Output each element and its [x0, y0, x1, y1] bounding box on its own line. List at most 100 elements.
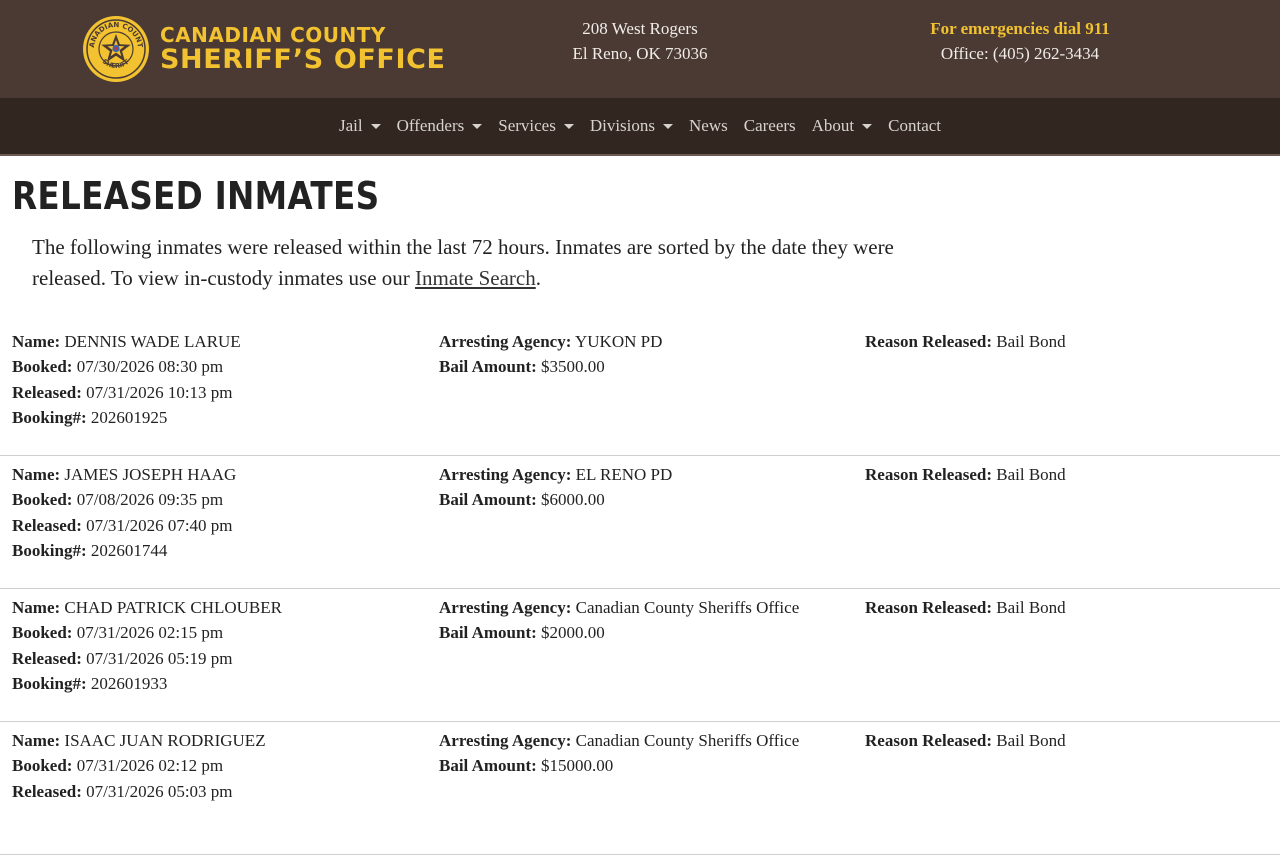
inmate-arrest-info: Arresting Agency: EL RENO PD Bail Amount…: [439, 462, 672, 513]
bail-row: Bail Amount: $2000.00: [439, 620, 799, 645]
inmate-search-link[interactable]: Inmate Search: [415, 266, 536, 290]
booked-row: Booked: 07/30/2026 08:30 pm: [12, 354, 241, 379]
booked-date: 07/31/2026 02:12 pm: [76, 756, 224, 776]
released-date: 07/31/2026 05:19 pm: [86, 648, 233, 668]
arresting-agency: YUKON PD: [574, 332, 663, 351]
inmate-name: DENNIS WADE LARUE: [64, 332, 241, 351]
booked-date: 07/30/2026 08:30 pm: [76, 357, 224, 377]
reason-row: Reason Released: Bail Bond: [865, 462, 1066, 487]
inmate-release-reason: Reason Released: Bail Bond: [865, 595, 1066, 620]
nav-list: Jail Offenders Services Divisions News C…: [0, 98, 1280, 154]
nav-item-jail[interactable]: Jail: [331, 116, 389, 136]
nav-label: News: [689, 116, 728, 135]
booking-number: 202601744: [90, 540, 168, 560]
booked-label: Booked:: [12, 357, 73, 377]
nav-item-contact[interactable]: Contact: [880, 116, 949, 136]
booked-label: Booked:: [12, 490, 73, 510]
nav-item-offenders[interactable]: Offenders: [389, 116, 491, 136]
site-logo-link[interactable]: CANADIAN COUNTY SHERIFF CANADIAN COUNTY …: [82, 15, 445, 83]
bail-amount: $15000.00: [541, 756, 614, 776]
released-row: Released: 07/31/2026 05:03 pm: [12, 779, 266, 804]
agency-row: Arresting Agency: EL RENO PD: [439, 462, 672, 487]
released-label: Released:: [12, 781, 82, 801]
bail-amount: $6000.00: [541, 490, 605, 510]
nav-item-careers[interactable]: Careers: [736, 116, 804, 136]
nav-item-divisions[interactable]: Divisions: [582, 116, 681, 136]
intro-end: .: [535, 266, 541, 290]
release-reason: Bail Bond: [996, 731, 1066, 750]
booking-number: 202601925: [90, 407, 168, 427]
inmate-identity: Name: DENNIS WADE LARUE Booked: 07/30/20…: [12, 329, 241, 430]
site-header: CANADIAN COUNTY SHERIFF CANADIAN COUNTY …: [0, 0, 1280, 98]
office-address: 208 West Rogers El Reno, OK 73036: [540, 16, 740, 66]
nav-label: Offenders: [396, 116, 465, 135]
agency-label: Arresting Agency:: [439, 598, 572, 617]
agency-label: Arresting Agency:: [439, 332, 572, 351]
reason-row: Reason Released: Bail Bond: [865, 595, 1066, 620]
nav-item-about[interactable]: About: [804, 116, 881, 136]
caret-down-icon: [563, 123, 574, 129]
booked-label: Booked:: [12, 623, 73, 643]
nav-label: Careers: [743, 116, 796, 135]
nav-label: Services: [498, 116, 556, 135]
bail-label: Bail Amount:: [439, 756, 537, 776]
released-date: 07/31/2026 05:03 pm: [86, 781, 233, 801]
released-label: Released:: [12, 515, 82, 535]
nav-item-services[interactable]: Services: [490, 116, 582, 136]
page-title: RELEASED INMATES: [12, 174, 380, 218]
logo-line-1: CANADIAN COUNTY: [160, 23, 386, 47]
reason-label: Reason Released:: [865, 332, 993, 351]
agency-label: Arresting Agency:: [439, 731, 572, 750]
booked-row: Booked: 07/08/2026 09:35 pm: [12, 487, 236, 512]
inmate-name: CHAD PATRICK CHLOUBER: [64, 598, 282, 617]
booking-row: Booking#: 202601933: [12, 671, 282, 696]
nav-item-news[interactable]: News: [681, 116, 736, 136]
released-row: Released: 07/31/2026 07:40 pm: [12, 513, 236, 538]
inmate-arrest-info: Arresting Agency: Canadian County Sherif…: [439, 595, 799, 646]
released-label: Released:: [12, 382, 82, 402]
caret-down-icon: [862, 123, 873, 129]
contact-info: For emergencies dial 911 Office: (405) 2…: [900, 16, 1140, 66]
bail-amount: $3500.00: [541, 357, 605, 377]
inmate-release-reason: Reason Released: Bail Bond: [865, 462, 1066, 487]
arresting-agency: Canadian County Sheriffs Office: [575, 731, 800, 750]
logo-line-2: SHERIFF’S OFFICE: [160, 44, 446, 75]
main-nav: Jail Offenders Services Divisions News C…: [0, 98, 1280, 156]
name-label: Name:: [12, 332, 61, 351]
office-phone[interactable]: Office: (405) 262-3434: [900, 41, 1140, 66]
booking-label: Booking#:: [12, 540, 87, 560]
bail-row: Bail Amount: $3500.00: [439, 354, 662, 379]
agency-label: Arresting Agency:: [439, 465, 572, 484]
released-date: 07/31/2026 07:40 pm: [86, 515, 233, 535]
sheriff-seal-icon: CANADIAN COUNTY SHERIFF: [82, 15, 149, 82]
reason-row: Reason Released: Bail Bond: [865, 329, 1066, 354]
inmate-record: Name: DENNIS WADE LARUE Booked: 07/30/20…: [0, 323, 1280, 456]
inmate-record: Name: JAMES JOSEPH HAAG Booked: 07/08/20…: [0, 456, 1280, 589]
nav-label: About: [811, 116, 855, 135]
caret-down-icon: [370, 123, 381, 129]
booking-row: Booking#: 202601744: [12, 538, 236, 563]
inmate-name-row: Name: DENNIS WADE LARUE: [12, 329, 241, 354]
booking-number: 202601933: [90, 673, 168, 693]
released-row: Released: 07/31/2026 05:19 pm: [12, 646, 282, 671]
address-line-1: 208 West Rogers: [582, 19, 698, 38]
logo-wordmark: CANADIAN COUNTY SHERIFF’S OFFICE: [160, 25, 446, 73]
bail-amount: $2000.00: [541, 623, 605, 643]
agency-row: Arresting Agency: YUKON PD: [439, 329, 662, 354]
bail-row: Bail Amount: $15000.00: [439, 753, 799, 778]
intro-paragraph: The following inmates were released with…: [32, 232, 932, 294]
reason-label: Reason Released:: [865, 598, 993, 617]
bail-row: Bail Amount: $6000.00: [439, 487, 672, 512]
address-line-2: El Reno, OK 73036: [572, 44, 708, 63]
nav-label: Divisions: [589, 116, 656, 135]
nav-label: Contact: [888, 116, 942, 135]
name-label: Name:: [12, 598, 61, 617]
reason-label: Reason Released:: [865, 465, 993, 484]
release-reason: Bail Bond: [996, 465, 1066, 484]
booked-row: Booked: 07/31/2026 02:12 pm: [12, 753, 266, 778]
inmate-name-row: Name: ISAAC JUAN RODRIGUEZ: [12, 728, 266, 753]
inmate-release-reason: Reason Released: Bail Bond: [865, 728, 1066, 753]
inmate-arrest-info: Arresting Agency: YUKON PD Bail Amount: …: [439, 329, 662, 380]
booked-date: 07/31/2026 02:15 pm: [76, 623, 224, 643]
released-inmates-list: Name: DENNIS WADE LARUE Booked: 07/30/20…: [0, 323, 1280, 855]
